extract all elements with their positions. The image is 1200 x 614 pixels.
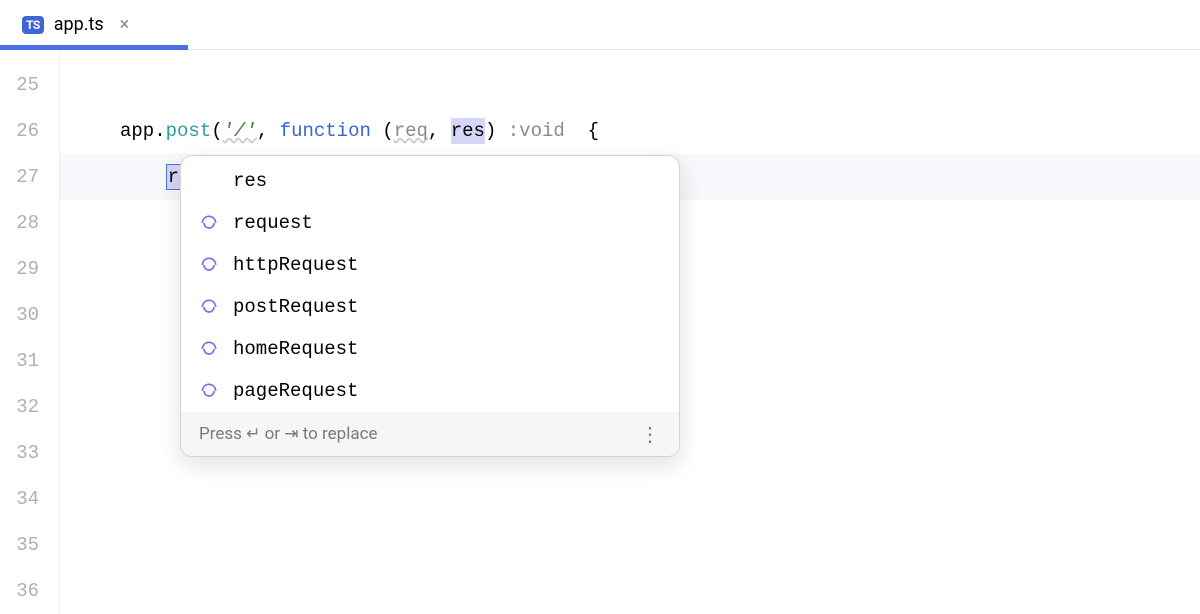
suggestion-label: postRequest: [233, 296, 358, 318]
autocomplete-popup: res request httpRequest postRequest: [180, 155, 680, 457]
line-number: 30: [0, 292, 39, 338]
token: '/': [223, 120, 257, 142]
code-area[interactable]: app.post('/', function (req, res) :void …: [60, 50, 1200, 614]
line-number: 35: [0, 522, 39, 568]
suggestion-label: httpRequest: [233, 254, 358, 276]
token: (: [211, 120, 222, 142]
line-number: 32: [0, 384, 39, 430]
more-options-icon[interactable]: ⋮: [640, 424, 661, 444]
tab-key-icon: ⇥: [284, 424, 298, 443]
tab-bar: TS app.ts ×: [0, 0, 1200, 50]
enter-key-icon: ↵: [246, 424, 260, 443]
ai-suggest-icon: [199, 297, 219, 317]
tab-filename: app.ts: [54, 14, 104, 35]
editor: 25 26 27 28 29 30 31 32 33 34 35 36 app.…: [0, 50, 1200, 614]
line-number: 28: [0, 200, 39, 246]
token: app: [120, 120, 154, 142]
line-number: 27: [0, 154, 39, 200]
ai-suggest-icon: [199, 381, 219, 401]
code-line[interactable]: [60, 62, 1200, 108]
suggestion-item[interactable]: res: [181, 156, 679, 202]
token: ): [485, 120, 508, 142]
suggestion-item[interactable]: request: [181, 202, 679, 244]
token: ,: [257, 120, 280, 142]
suggestion-label: res: [233, 170, 267, 192]
line-number: 31: [0, 338, 39, 384]
gutter: 25 26 27 28 29 30 31 32 33 34 35 36: [0, 50, 60, 614]
suggestion-label: homeRequest: [233, 338, 358, 360]
footer-hint: Press ↵ or ⇥ to replace: [199, 424, 377, 444]
ai-suggest-icon: [199, 213, 219, 233]
suggestion-item[interactable]: pageRequest: [181, 370, 679, 412]
code-line[interactable]: [60, 476, 1200, 522]
suggestion-item[interactable]: httpRequest: [181, 244, 679, 286]
suggestion-item[interactable]: homeRequest: [181, 328, 679, 370]
token: .: [154, 120, 165, 142]
ai-suggest-icon: [199, 339, 219, 359]
hint-text: to replace: [299, 424, 378, 444]
indent: [120, 166, 166, 188]
suggestion-item[interactable]: postRequest: [181, 286, 679, 328]
token-keyword: function: [280, 120, 383, 142]
hint-text: Press: [199, 424, 246, 444]
code-line[interactable]: [60, 522, 1200, 568]
line-number: 29: [0, 246, 39, 292]
popup-footer: Press ↵ or ⇥ to replace ⋮: [181, 412, 679, 456]
hint-text: or: [260, 424, 284, 444]
token: :: [508, 120, 519, 142]
token-param-highlighted: res: [451, 118, 485, 144]
typescript-icon: TS: [22, 16, 44, 34]
file-tab[interactable]: TS app.ts ×: [8, 0, 143, 49]
code-line[interactable]: [60, 568, 1200, 614]
token-param: req: [394, 120, 428, 142]
close-icon[interactable]: ×: [120, 14, 130, 35]
code-line[interactable]: app.post('/', function (req, res) :void …: [60, 108, 1200, 154]
line-number: 36: [0, 568, 39, 614]
token: {: [588, 120, 599, 142]
token-type: void: [519, 120, 587, 142]
ai-suggest-icon: [199, 255, 219, 275]
suggestion-label: pageRequest: [233, 380, 358, 402]
suggestion-label: request: [233, 212, 313, 234]
token: post: [166, 120, 212, 142]
token: (: [382, 120, 393, 142]
line-number: 26: [0, 108, 39, 154]
token: ,: [428, 120, 451, 142]
line-number: 33: [0, 430, 39, 476]
line-number: 25: [0, 62, 39, 108]
line-number: 34: [0, 476, 39, 522]
